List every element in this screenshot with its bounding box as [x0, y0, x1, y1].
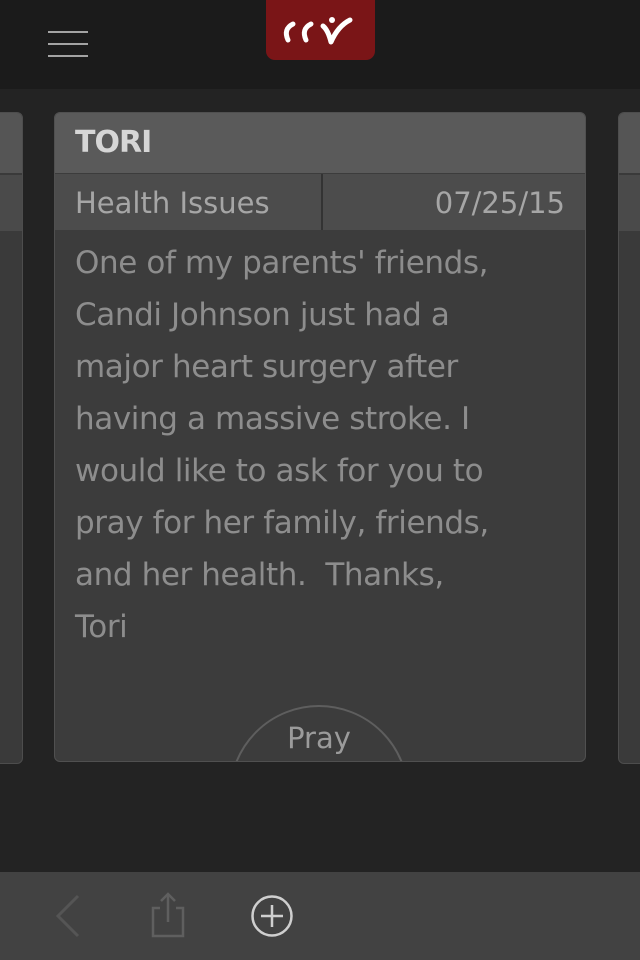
plus-circle-icon[interactable] [244, 888, 300, 944]
prayer-card[interactable]: TORI Health Issues 07/25/15 One of my pa… [54, 112, 586, 762]
prayer-request-text: One of my parents' friends, Candi Johnso… [75, 245, 489, 645]
previous-card-meta [0, 175, 22, 231]
prayer-date: 07/25/15 [434, 186, 565, 220]
bottom-toolbar [0, 872, 640, 960]
pray-button-label: Pray [287, 721, 351, 755]
logo-mark-icon [283, 17, 353, 45]
previous-card-header [0, 113, 22, 173]
chevron-left-icon[interactable] [40, 888, 96, 944]
ccv-logo[interactable] [266, 0, 375, 60]
previous-card[interactable] [0, 112, 23, 764]
menu-line [48, 31, 88, 33]
menu-line [48, 55, 88, 57]
card-meta: Health Issues 07/25/15 [55, 174, 585, 230]
share-icon[interactable] [140, 888, 196, 944]
top-bar [0, 0, 640, 89]
next-card-header [619, 113, 640, 173]
menu-line [48, 43, 88, 45]
pray-button[interactable]: Pray [229, 705, 409, 761]
card-header: TORI [55, 113, 585, 173]
hamburger-menu-icon[interactable] [40, 22, 96, 66]
next-card[interactable] [618, 112, 640, 764]
next-card-meta [619, 175, 640, 231]
requester-name: TORI [75, 125, 152, 160]
prayer-category: Health Issues [75, 186, 270, 220]
meta-divider [321, 174, 323, 230]
